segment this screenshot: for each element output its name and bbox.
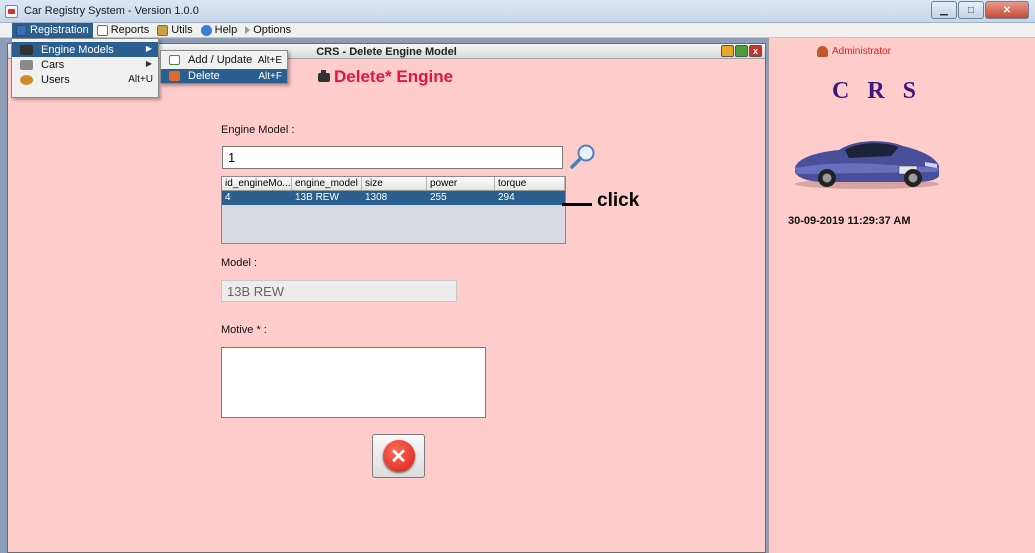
model-label: Model : bbox=[221, 257, 258, 269]
engine-model-label: Engine Model : bbox=[221, 124, 295, 136]
engine-icon bbox=[20, 44, 33, 55]
reports-icon bbox=[96, 24, 108, 36]
car-icon bbox=[20, 59, 33, 70]
menu-bar: Registration Reports Utils Help Options bbox=[0, 22, 1035, 38]
motive-label: Motive * : bbox=[221, 324, 267, 336]
engine-icon bbox=[318, 69, 330, 82]
menu-item-engine-models[interactable]: Engine Models ▶ bbox=[12, 42, 158, 57]
table-cell: 13B REW bbox=[295, 192, 339, 203]
crs-logo: C R S bbox=[832, 78, 923, 104]
users-accelerator: Alt+U bbox=[128, 74, 153, 85]
menu-options-label: Options bbox=[253, 24, 292, 36]
table-cell: 4 bbox=[225, 192, 231, 203]
engine-models-table[interactable]: id_engineMo... engine_model size power t… bbox=[221, 176, 566, 244]
model-field: 13B REW bbox=[221, 280, 457, 302]
annotation-arrow-line bbox=[562, 203, 592, 206]
table-cell: 255 bbox=[430, 192, 447, 203]
current-user-name: Administrator bbox=[832, 46, 891, 57]
current-datetime: 30-09-2019 11:29:37 AM bbox=[788, 215, 911, 227]
menu-registration[interactable]: Registration bbox=[12, 22, 93, 38]
window-controls: ▁ □ ✕ bbox=[930, 1, 1029, 19]
column-header[interactable]: torque bbox=[495, 177, 565, 190]
menu-options[interactable]: Options bbox=[241, 23, 295, 38]
page-title: Delete* Engine bbox=[318, 67, 453, 87]
utils-icon bbox=[157, 24, 169, 36]
motive-textarea[interactable] bbox=[221, 347, 486, 418]
app-icon bbox=[5, 5, 18, 18]
delete-icon bbox=[169, 71, 180, 81]
delete-x-icon: ✕ bbox=[382, 440, 415, 472]
frame-close-button[interactable]: x bbox=[749, 45, 762, 57]
table-row[interactable]: 4 13B REW 1308 255 294 bbox=[222, 191, 565, 205]
delete-button[interactable]: ✕ bbox=[372, 434, 425, 478]
current-user: Administrator bbox=[817, 46, 891, 57]
user-icon bbox=[817, 46, 828, 57]
search-icon[interactable] bbox=[569, 143, 597, 171]
menu-help-label: Help bbox=[214, 24, 238, 36]
window-title: Car Registry System - Version 1.0.0 bbox=[24, 5, 199, 17]
add-icon bbox=[169, 55, 180, 65]
menu-reports-label: Reports bbox=[110, 24, 150, 36]
table-header: id_engineMo... engine_model size power t… bbox=[222, 177, 565, 191]
menu-utils[interactable]: Utils bbox=[153, 23, 196, 38]
page-title-text: Delete* Engine bbox=[334, 67, 454, 86]
registration-icon bbox=[16, 24, 27, 36]
menu-item-cars[interactable]: Cars ▶ bbox=[12, 57, 158, 72]
column-header[interactable]: id_engineMo... bbox=[222, 177, 292, 190]
menu-registration-label: Registration bbox=[30, 24, 89, 36]
menu-item-add-update[interactable]: Add / Update Alt+E bbox=[161, 53, 287, 67]
minimize-button[interactable]: ▁ bbox=[931, 1, 957, 19]
table-cell: 294 bbox=[498, 192, 515, 203]
frame-minimize-button[interactable] bbox=[721, 45, 734, 57]
menu-reports[interactable]: Reports bbox=[93, 23, 154, 38]
table-cell: 1308 bbox=[365, 192, 388, 203]
menu-item-users-label: Users bbox=[41, 73, 70, 86]
menu-help[interactable]: Help bbox=[197, 23, 242, 38]
submenu-arrow-icon: ▶ bbox=[145, 44, 152, 53]
frame-maximize-button[interactable] bbox=[735, 45, 748, 57]
car-image bbox=[795, 141, 939, 189]
help-icon bbox=[200, 24, 212, 36]
window-titlebar: Car Registry System - Version 1.0.0 ▁ □ … bbox=[0, 0, 1035, 23]
menu-item-add-update-label: Add / Update bbox=[188, 54, 253, 66]
column-header[interactable]: size bbox=[362, 177, 427, 190]
delete-accelerator: Alt+F bbox=[258, 71, 282, 82]
maximize-button[interactable]: □ bbox=[958, 1, 984, 19]
right-sidebar bbox=[768, 38, 1035, 553]
close-button[interactable]: ✕ bbox=[985, 1, 1029, 19]
menu-item-engine-models-label: Engine Models bbox=[41, 43, 114, 56]
engine-model-search-input[interactable]: 1 bbox=[222, 146, 563, 169]
options-icon bbox=[245, 26, 251, 34]
menu-item-delete[interactable]: Delete Alt+F bbox=[161, 69, 287, 83]
engine-models-submenu: Add / Update Alt+E Delete Alt+F bbox=[160, 50, 288, 84]
annotation-click-text: click bbox=[597, 190, 640, 211]
users-icon bbox=[20, 74, 33, 85]
column-header[interactable]: engine_model bbox=[292, 177, 362, 190]
menu-item-users[interactable]: Users Alt+U bbox=[12, 72, 158, 87]
add-update-accelerator: Alt+E bbox=[257, 55, 282, 66]
registration-menu: Engine Models ▶ Cars ▶ Users Alt+U bbox=[11, 38, 159, 98]
column-header[interactable]: power bbox=[427, 177, 495, 190]
menu-utils-label: Utils bbox=[171, 24, 193, 36]
frame-controls: x bbox=[721, 45, 762, 57]
menu-item-cars-label: Cars bbox=[41, 58, 65, 71]
submenu-arrow-icon: ▶ bbox=[145, 59, 152, 68]
menu-item-delete-label: Delete bbox=[188, 70, 220, 82]
